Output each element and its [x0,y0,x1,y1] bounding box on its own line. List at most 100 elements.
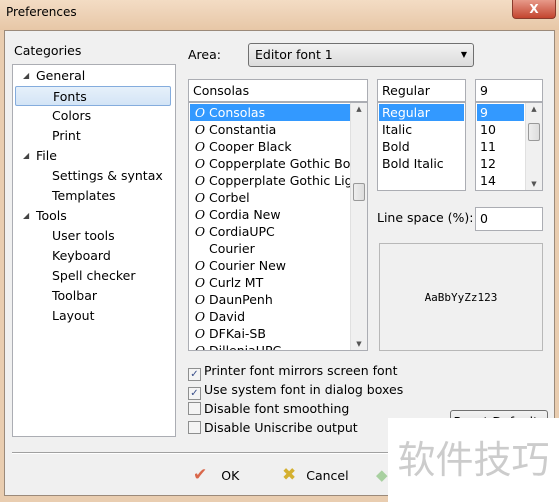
arrow-left-icon[interactable]: ◆ [376,465,388,485]
expanded-triangle-icon[interactable]: ◢ [23,66,29,86]
font-list-item[interactable]: O Cooper Black [190,138,350,155]
area-label: Area: [188,47,221,62]
categories-tree[interactable]: ◢ General Fonts Colors Print ◢ File Settings & … [12,64,176,437]
font-type-icon: O [194,343,206,351]
font-size-item[interactable]: 10 [477,121,524,138]
font-list[interactable]: O Consolas O Constantia O Cooper Black O Copper… [188,102,368,351]
font-name: Copperplate Gothic Light [209,173,350,188]
tree-item-print[interactable]: Print [15,126,171,146]
tree-item-general[interactable]: ◢ General [15,66,171,86]
tree-item-label: Templates [52,188,116,203]
tree-item-label: Keyboard [52,248,111,263]
font-list-item[interactable]: O CordiaUPC [190,223,350,240]
font-name: DaunPenh [209,292,273,307]
font-list-item[interactable]: O Constantia [190,121,350,138]
font-list-item[interactable]: O Copperplate Gothic Bold [190,155,350,172]
font-list-item[interactable]: O DilleniaUPC [190,342,350,351]
font-name: Cordia New [209,207,281,222]
font-list-item[interactable]: O Corbel [190,189,350,206]
font-size-item[interactable]: 14 [477,172,524,189]
tree-item-label: Settings & syntax [52,168,163,183]
font-list-item[interactable]: O Cordia New [190,206,350,223]
scrollbar-thumb[interactable] [528,123,540,141]
font-size-list[interactable]: 9 10 11 12 14 ▲ ▼ [475,102,543,191]
scroll-down-arrow-icon[interactable]: ▼ [351,340,367,348]
font-size-input[interactable]: 9 [475,79,543,102]
font-style-item[interactable]: Bold Italic [379,155,464,172]
option-checkbox[interactable]: ✓ Use system font in dialog boxes [188,382,403,400]
font-list-item[interactable]: O Curlz MT [190,274,350,291]
expanded-triangle-icon[interactable]: ◢ [23,146,29,166]
ok-button[interactable]: ✔ OK [193,465,239,486]
font-style-list[interactable]: Regular Italic Bold Bold Italic [377,102,466,191]
tree-item-label: User tools [52,228,115,243]
scroll-down-arrow-icon[interactable]: ▼ [526,180,542,188]
font-type-icon: O [194,190,206,205]
font-list-item[interactable]: O Courier New [190,257,350,274]
font-type-icon: O [194,309,206,324]
close-button[interactable]: X [512,0,556,19]
tree-item-keyboard[interactable]: Keyboard [15,246,171,266]
scroll-up-arrow-icon[interactable]: ▲ [526,105,542,113]
font-type-icon: O [194,207,206,222]
tree-item-tools[interactable]: ◢ Tools [15,206,171,226]
area-value: Editor font 1 [255,47,333,62]
checkbox-icon[interactable] [188,402,201,415]
tree-item-label: Tools [36,208,67,223]
font-list-item[interactable]: O Consolas [190,104,350,121]
tree-item-label: Fonts [53,89,87,104]
line-space-label: Line space (%): [377,210,474,225]
tree-item-settings-syntax[interactable]: Settings & syntax [15,166,171,186]
checkbox-icon[interactable]: ✓ [188,368,201,381]
font-style-item[interactable]: Italic [379,121,464,138]
font-name: Courier New [209,258,286,273]
scrollbar[interactable]: ▲ ▼ [525,103,542,190]
tree-item-file[interactable]: ◢ File [15,146,171,166]
font-name: Consolas [209,105,266,120]
font-type-icon: O [194,275,206,290]
option-checkbox[interactable]: Disable Uniscribe output [188,420,358,438]
font-size-item[interactable]: 12 [477,155,524,172]
font-type-icon: O [194,292,206,307]
tree-item-user-tools[interactable]: User tools [15,226,171,246]
font-name: DFKai-SB [209,326,266,341]
checkbox-icon[interactable] [188,421,201,434]
font-name-input[interactable]: Consolas [188,79,368,102]
option-checkbox[interactable]: ✓ Printer font mirrors screen font [188,363,398,381]
area-dropdown[interactable]: Editor font 1 ▼ [248,43,474,67]
line-space-input[interactable]: 0 [475,207,543,231]
tree-item-layout[interactable]: Layout [15,306,171,326]
font-type-icon: O [194,173,206,188]
scroll-up-arrow-icon[interactable]: ▲ [351,105,367,113]
font-name: CordiaUPC [209,224,275,239]
font-list-item[interactable]: O DFKai-SB [190,325,350,342]
option-label: Printer font mirrors screen font [204,363,398,378]
tree-item-colors[interactable]: Colors [15,106,171,126]
font-style-item[interactable]: Bold [379,138,464,155]
font-size-item[interactable]: 9 [477,104,524,121]
expanded-triangle-icon[interactable]: ◢ [23,206,29,226]
tree-item-toolbar[interactable]: Toolbar [15,286,171,306]
font-list-item[interactable]: O David [190,308,350,325]
font-style-input[interactable]: Regular [377,79,466,102]
x-icon: ✖ [282,465,297,485]
font-type-icon: O [194,156,206,171]
font-size-item[interactable]: 11 [477,138,524,155]
checkbox-icon[interactable]: ✓ [188,387,201,400]
tree-item-templates[interactable]: Templates [15,186,171,206]
option-checkbox[interactable]: Disable font smoothing [188,401,349,419]
tree-item-fonts[interactable]: Fonts [15,86,171,106]
cancel-button[interactable]: ✖ Cancel [282,465,349,486]
tree-item-spell-checker[interactable]: Spell checker [15,266,171,286]
categories-label: Categories [14,43,82,58]
font-preview: AaBbYyZz123 [379,243,543,351]
font-style-item[interactable]: Regular [379,104,464,121]
font-list-item[interactable]: O DaunPenh [190,291,350,308]
font-type-icon: O [194,122,206,137]
scrollbar[interactable]: ▲ ▼ [350,103,367,350]
font-list-item[interactable]: OCourier [190,240,350,257]
font-name: Courier [209,241,255,256]
font-list-item[interactable]: O Copperplate Gothic Light [190,172,350,189]
option-label: Disable font smoothing [204,401,350,416]
scrollbar-thumb[interactable] [353,183,365,201]
